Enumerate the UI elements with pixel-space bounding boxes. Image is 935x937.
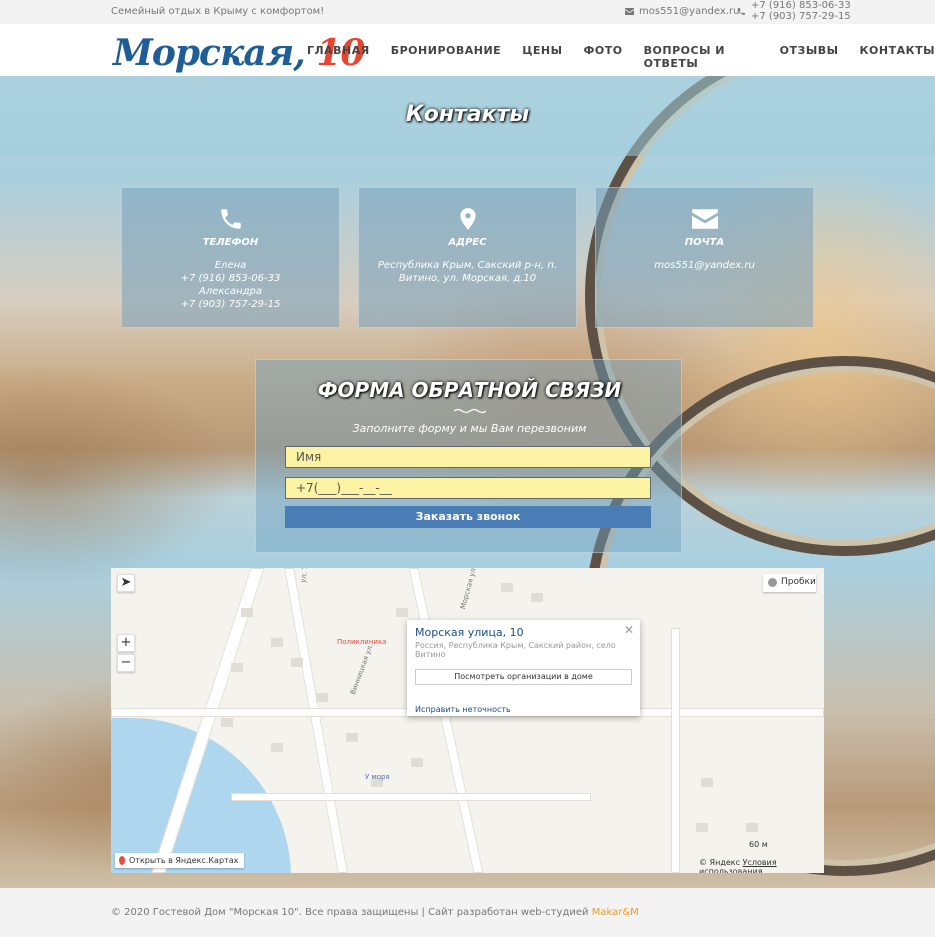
- road: [231, 793, 591, 801]
- report-error-link[interactable]: Исправить неточность: [415, 705, 632, 714]
- building: [746, 823, 758, 832]
- road: [284, 568, 348, 873]
- building: [396, 608, 408, 617]
- callback-form: ФОРМА ОБРАТНОЙ СВЯЗИ Заполните форму и м…: [255, 359, 682, 553]
- footer-copyright: © 2020 Гостевой Дом "Морская 10". Все пр…: [111, 907, 589, 918]
- nav-item-prices[interactable]: ЦЕНЫ: [522, 44, 562, 70]
- building: [316, 693, 328, 702]
- map[interactable]: Поликлиника У моря Морская ул. Винницкая…: [111, 568, 824, 873]
- traffic-icon: [768, 578, 777, 587]
- contact-card-phone: ТЕЛЕФОН Елена +7 (916) 853-06-33 Алексан…: [121, 187, 340, 328]
- card-line: Республика Крым, Сакский р-н, п.: [377, 260, 558, 271]
- nav-item-home[interactable]: ГЛАВНАЯ: [307, 44, 370, 70]
- envelope-icon: [625, 8, 634, 15]
- nav-item-reviews[interactable]: ОТЗЫВЫ: [780, 44, 839, 70]
- card-line: Александра: [199, 286, 262, 297]
- phone-input[interactable]: +7(___)___-__-__: [285, 477, 651, 499]
- nav-item-booking[interactable]: БРОНИРОВАНИЕ: [391, 44, 501, 70]
- name-input[interactable]: Имя: [285, 446, 651, 468]
- phone-2[interactable]: +7 (903) 757-29-15: [751, 11, 851, 22]
- show-organizations-button[interactable]: Посмотреть организации в доме: [415, 669, 632, 685]
- street-label: Винницкая ул.: [349, 642, 375, 696]
- form-title: ФОРМА ОБРАТНОЙ СВЯЗИ: [317, 378, 622, 402]
- building: [271, 638, 283, 647]
- balloon-title[interactable]: Морская улица, 10: [415, 626, 632, 639]
- card-title: АДРЕС: [448, 237, 487, 248]
- open-in-yandex-maps-button[interactable]: Открыть в Яндекс.Картах: [115, 853, 245, 868]
- building: [501, 583, 513, 592]
- email-link[interactable]: mos551@yandex.ru: [625, 6, 739, 17]
- building: [531, 593, 543, 602]
- road: [671, 628, 680, 873]
- building: [346, 733, 358, 742]
- footer: © 2020 Гостевой Дом "Морская 10". Все пр…: [0, 888, 935, 937]
- place-label: У моря: [365, 773, 390, 781]
- card-title: ПОЧТА: [684, 237, 725, 248]
- pin-icon: [119, 856, 125, 865]
- footer-text: © 2020 Гостевой Дом "Морская 10". Все пр…: [111, 907, 639, 918]
- header: Морская, 10 ГЛАВНАЯ БРОНИРОВАНИЕ ЦЕНЫ ФО…: [0, 24, 935, 76]
- studio-link[interactable]: Makar&M: [592, 907, 639, 918]
- top-bar: Семейный отдых в Крыму с комфортом! mos5…: [0, 0, 935, 24]
- nav-item-photo[interactable]: ФОТО: [584, 44, 623, 70]
- card-title: ТЕЛЕФОН: [202, 237, 259, 248]
- building: [241, 608, 253, 617]
- building: [271, 743, 283, 752]
- map-marker-icon: [459, 208, 476, 230]
- traffic-button[interactable]: Пробки: [763, 574, 816, 592]
- building: [221, 718, 233, 727]
- building: [701, 778, 713, 787]
- map-scale: 60 м: [749, 840, 768, 849]
- building: [411, 758, 423, 767]
- contact-card-email: ПОЧТА mos551@yandex.ru: [595, 187, 814, 328]
- geolocation-button[interactable]: ➤: [117, 574, 135, 592]
- wave-divider: [454, 408, 486, 414]
- road: [408, 568, 484, 873]
- building: [231, 663, 243, 672]
- submit-button[interactable]: Заказать звонок: [285, 506, 651, 528]
- email-text: mos551@yandex.ru: [639, 6, 740, 17]
- nav-item-faq[interactable]: ВОПРОСЫ И ОТВЕТЫ: [644, 44, 759, 70]
- building: [696, 823, 708, 832]
- phone-1[interactable]: +7 (916) 853-06-33: [751, 0, 851, 11]
- zoom-out-button[interactable]: −: [117, 654, 135, 672]
- card-line: Витино, ул. Морская, д.10: [398, 273, 537, 284]
- traffic-label: Пробки: [781, 577, 816, 587]
- copyright-text: © Яндекс: [699, 858, 741, 867]
- map-balloon: ✕ Морская улица, 10 Россия, Республика К…: [407, 620, 640, 716]
- balloon-address: Россия, Республика Крым, Сакский район, …: [415, 641, 616, 659]
- page-title: Контакты: [405, 102, 530, 127]
- phone-links[interactable]: +7 (916) 853-06-33 +7 (903) 757-29-15: [737, 0, 851, 22]
- card-line: Елена: [214, 260, 247, 271]
- card-line: +7 (916) 853-06-33: [180, 273, 281, 284]
- logo-name: Морская,: [113, 32, 306, 74]
- tagline: Семейный отдых в Крыму с комфортом!: [111, 6, 325, 17]
- building: [291, 658, 303, 667]
- close-icon[interactable]: ✕: [624, 623, 634, 637]
- map-copyright: © Яндекс Условия использования: [699, 858, 824, 873]
- main-nav: ГЛАВНАЯ БРОНИРОВАНИЕ ЦЕНЫ ФОТО ВОПРОСЫ И…: [307, 44, 935, 70]
- phone-icon: [738, 7, 745, 15]
- street-label: Морская ул.: [459, 568, 479, 611]
- contact-card-address: АДРЕС Республика Крым, Сакский р-н, п. В…: [358, 187, 577, 328]
- street-label: ул. Т: [299, 568, 310, 584]
- zoom-in-button[interactable]: +: [117, 634, 135, 652]
- phone-icon: [220, 209, 241, 229]
- card-line[interactable]: mos551@yandex.ru: [596, 259, 813, 272]
- card-line: +7 (903) 757-29-15: [180, 299, 281, 310]
- form-subtitle: Заполните форму и мы Вам перезвоним: [352, 422, 587, 435]
- envelope-icon: [691, 209, 718, 229]
- open-in-label: Открыть в Яндекс.Картах: [129, 856, 239, 865]
- clinic-label: Поликлиника: [337, 638, 387, 646]
- nav-item-contacts[interactable]: КОНТАКТЫ: [860, 44, 935, 70]
